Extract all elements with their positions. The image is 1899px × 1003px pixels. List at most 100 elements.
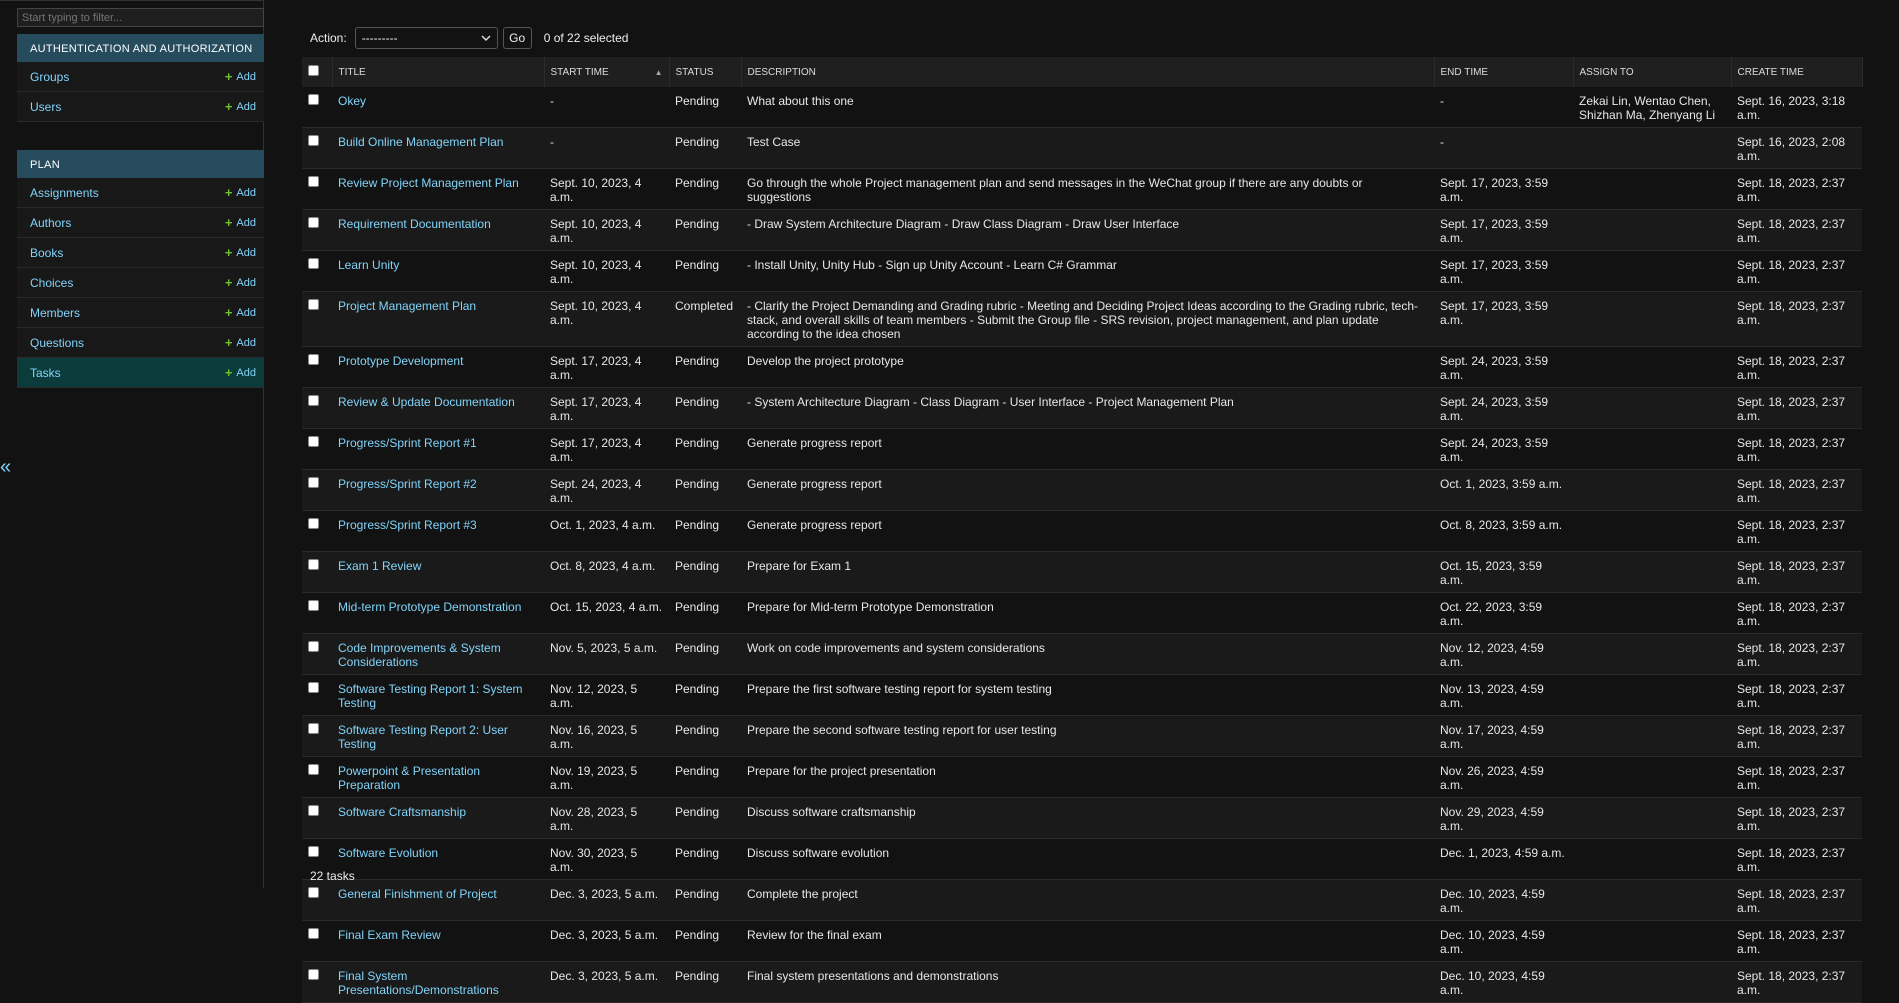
sidebar-link-users[interactable]: Users (30, 100, 61, 114)
cell-create-time: Sept. 18, 2023, 2:37 a.m. (1731, 250, 1862, 292)
task-title-link[interactable]: Review & Update Documentation (338, 395, 515, 409)
task-title-link[interactable]: Prototype Development (338, 354, 463, 368)
cell-select (302, 510, 332, 552)
add-books-link[interactable]: + Add (225, 245, 256, 260)
task-title-link[interactable]: Requirement Documentation (338, 217, 491, 231)
cell-status: Pending (669, 674, 741, 716)
row-checkbox[interactable] (308, 477, 319, 488)
add-label: Add (236, 336, 256, 349)
cell-assign-to (1573, 127, 1731, 169)
task-title-link[interactable]: Final Exam Review (338, 928, 441, 942)
row-checkbox[interactable] (308, 887, 319, 898)
row-checkbox[interactable] (308, 299, 319, 310)
sidebar-link-groups[interactable]: Groups (30, 70, 69, 84)
table-row: Mid-term Prototype Demonstration Oct. 15,… (302, 592, 1862, 634)
table-row: Code Improvements & System Consideration… (302, 633, 1862, 675)
column-header-create-time[interactable]: Create time (1731, 57, 1863, 87)
task-title-link[interactable]: Progress/Sprint Report #2 (338, 477, 477, 491)
add-questions-link[interactable]: + Add (225, 335, 256, 350)
row-checkbox[interactable] (308, 436, 319, 447)
sidebar-link-books[interactable]: Books (30, 246, 63, 260)
task-title-link[interactable]: Code Improvements & System Consideration… (338, 641, 501, 669)
row-checkbox[interactable] (308, 846, 319, 857)
sidebar-filter-input[interactable] (17, 8, 264, 27)
task-title-link[interactable]: Progress/Sprint Report #3 (338, 518, 477, 532)
task-title-link[interactable]: Software Testing Report 1: System Testin… (338, 682, 523, 710)
task-title-link[interactable]: Exam 1 Review (338, 559, 421, 573)
task-title-link[interactable]: Software Evolution (338, 846, 438, 860)
sidebar-link-choices[interactable]: Choices (30, 276, 73, 290)
column-header-description[interactable]: Description (741, 57, 1435, 87)
add-label: Add (236, 216, 256, 229)
row-checkbox[interactable] (308, 176, 319, 187)
table-row: Progress/Sprint Report #2 Sept. 24, 2023,… (302, 469, 1862, 511)
row-checkbox[interactable] (308, 135, 319, 146)
cell-start-time: Sept. 10, 2023, 4 a.m. (544, 250, 669, 292)
row-checkbox[interactable] (308, 518, 319, 529)
task-title-link[interactable]: Mid-term Prototype Demonstration (338, 600, 521, 614)
column-header-end-time[interactable]: End time (1434, 57, 1574, 87)
row-checkbox[interactable] (308, 600, 319, 611)
add-authors-link[interactable]: + Add (225, 215, 256, 230)
column-header-title[interactable]: Title (332, 57, 545, 87)
actions-bar: Action: --------- Go 0 of 22 selected (310, 27, 628, 49)
task-title-link[interactable]: Software Craftsmanship (338, 805, 466, 819)
row-checkbox[interactable] (308, 354, 319, 365)
column-label: Status (675, 66, 714, 78)
row-checkbox[interactable] (308, 969, 319, 980)
task-title-link[interactable]: Learn Unity (338, 258, 399, 272)
row-checkbox[interactable] (308, 682, 319, 693)
column-label: Start time (550, 66, 609, 78)
sidebar-link-questions[interactable]: Questions (30, 336, 84, 350)
go-button[interactable]: Go (502, 27, 532, 49)
row-checkbox[interactable] (308, 641, 319, 652)
row-checkbox[interactable] (308, 395, 319, 406)
row-checkbox[interactable] (308, 217, 319, 228)
column-header-assign-to[interactable]: Assign to (1573, 57, 1732, 87)
add-members-link[interactable]: + Add (225, 305, 256, 320)
column-header-start-time[interactable]: Start time ▲ (544, 57, 670, 87)
row-checkbox[interactable] (308, 258, 319, 269)
cell-select (302, 291, 332, 347)
add-users-link[interactable]: + Add (225, 99, 256, 114)
add-tasks-link[interactable]: + Add (225, 365, 256, 380)
cell-description: - Draw System Architecture Diagram - Dra… (741, 209, 1434, 251)
task-title-link[interactable]: Project Management Plan (338, 299, 476, 313)
cell-create-time: Sept. 18, 2023, 2:37 a.m. (1731, 209, 1862, 251)
cell-end-time: Sept. 17, 2023, 3:59 a.m. (1434, 291, 1573, 347)
row-checkbox[interactable] (308, 805, 319, 816)
cell-select (302, 469, 332, 511)
task-title-link[interactable]: Final System Presentations/Demonstration… (338, 969, 499, 997)
row-checkbox[interactable] (308, 559, 319, 570)
add-groups-link[interactable]: + Add (225, 69, 256, 84)
cell-title: Okey (332, 87, 544, 128)
cell-create-time: Sept. 18, 2023, 2:37 a.m. (1731, 879, 1862, 921)
column-header-status[interactable]: Status (669, 57, 742, 87)
sidebar-link-assignments[interactable]: Assignments (30, 186, 99, 200)
task-title-link[interactable]: Progress/Sprint Report #1 (338, 436, 477, 450)
task-title-link[interactable]: Review Project Management Plan (338, 176, 519, 190)
collapse-sidebar-icon[interactable]: « (0, 456, 11, 479)
cell-assign-to (1573, 592, 1731, 634)
task-title-link[interactable]: General Finishment of Project (338, 887, 497, 901)
add-assignments-link[interactable]: + Add (225, 185, 256, 200)
sidebar-link-members[interactable]: Members (30, 306, 80, 320)
cell-status: Pending (669, 87, 741, 128)
task-title-link[interactable]: Powerpoint & Presentation Preparation (338, 764, 480, 792)
cell-end-time: Sept. 24, 2023, 3:59 a.m. (1434, 387, 1573, 429)
sidebar-link-authors[interactable]: Authors (30, 216, 71, 230)
select-all-checkbox[interactable] (308, 65, 319, 76)
row-checkbox[interactable] (308, 723, 319, 734)
task-title-link[interactable]: Build Online Management Plan (338, 135, 503, 149)
action-select[interactable]: --------- (354, 27, 498, 49)
row-checkbox[interactable] (308, 764, 319, 775)
sidebar-link-tasks[interactable]: Tasks (30, 366, 61, 380)
cell-select (302, 168, 332, 210)
cell-start-time: Sept. 17, 2023, 4 a.m. (544, 428, 669, 470)
row-checkbox[interactable] (308, 928, 319, 939)
add-choices-link[interactable]: + Add (225, 275, 256, 290)
task-title-link[interactable]: Software Testing Report 2: User Testing (338, 723, 508, 751)
sort-ascending-icon[interactable]: ▲ (655, 68, 663, 77)
task-title-link[interactable]: Okey (338, 94, 366, 108)
row-checkbox[interactable] (308, 94, 319, 105)
